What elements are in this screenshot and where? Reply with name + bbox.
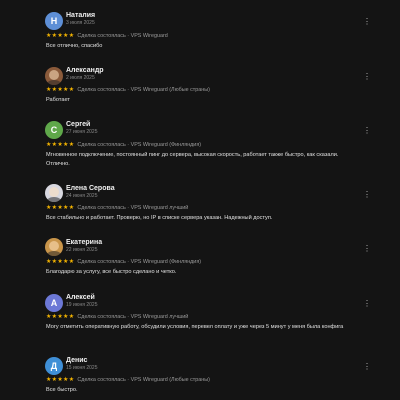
review-text: Могу отметить оперативную работу, обсуди… [46,324,344,330]
review-date: 19 июня 2025 [66,302,98,308]
review-meta: ★★★★★ Сделка состоялась · VPS Wireguard … [46,86,210,94]
author-name[interactable]: Александр [66,66,104,75]
review-text: Благодарю за услугу, все быстро сделано … [46,269,177,275]
avatar[interactable] [45,238,63,256]
more-options-icon[interactable]: ⋮ [362,244,372,254]
review-text: Все быстро. [46,387,78,393]
review-meta: ★★★★★ Сделка состоялась · VPS Wireguard … [46,204,188,212]
avatar[interactable]: С [45,121,63,139]
deal-info: Сделка состоялась · VPS Wireguard (Финля… [77,142,202,148]
avatar[interactable] [45,67,63,85]
review-meta: ★★★★★ Сделка состоялась · VPS Wireguard … [46,376,210,384]
review-date: 22 июня 2025 [66,247,98,253]
deal-info: Сделка состоялась · VPS Wireguard лучший [77,205,189,211]
more-options-icon[interactable]: ⋮ [362,126,372,136]
review-date: 3 июля 2025 [66,20,95,26]
review-meta: ★★★★★ Сделка состоялась · VPS Wireguard … [46,313,188,321]
avatar[interactable]: А [45,294,63,312]
author-name[interactable]: Елена Серова [66,184,115,193]
deal-info: Сделка состоялась · VPS Wireguard [77,33,168,39]
review-meta: ★★★★★ Сделка состоялась · VPS Wireguard … [46,141,201,149]
author-name[interactable]: Наталия [66,11,95,20]
rating-stars: ★★★★★ [46,377,75,383]
review-text: Все стабильно и работает. Проверю, но IP… [46,215,273,221]
review-header: Екатерина 22 июня 2025 [66,238,102,254]
deal-info: Сделка состоялась · VPS Wireguard (Финля… [77,259,202,265]
review-header: Александр 2 июля 2025 [66,66,104,82]
review-header: Денис 15 июня 2025 [66,356,97,372]
deal-info: Сделка состоялась · VPS Wireguard (Любые… [77,377,210,383]
review-header: Сергей 27 июня 2025 [66,120,97,136]
rating-stars: ★★★★★ [46,87,75,93]
more-options-icon[interactable]: ⋮ [362,72,372,82]
reviews-feed: Н Наталия 3 июля 2025 ⋮ ★★★★★ Сделка сос… [0,0,400,400]
more-options-icon[interactable]: ⋮ [362,362,372,372]
more-options-icon[interactable]: ⋮ [362,17,372,27]
review-header: Алексей 19 июня 2025 [66,293,97,309]
avatar[interactable] [45,184,63,202]
review-text: Все отлично, спасибо [46,43,103,49]
review-meta: ★★★★★ Сделка состоялась · VPS Wireguard … [46,258,201,266]
rating-stars: ★★★★★ [46,259,75,265]
rating-stars: ★★★★★ [46,314,75,320]
author-name[interactable]: Екатерина [66,238,102,247]
author-name[interactable]: Сергей [66,120,97,129]
deal-info: Сделка состоялась · VPS Wireguard (Любые… [77,87,210,93]
review-date: 15 июня 2025 [66,365,98,371]
more-options-icon[interactable]: ⋮ [362,190,372,200]
author-name[interactable]: Денис [66,356,97,365]
rating-stars: ★★★★★ [46,205,75,211]
avatar[interactable]: Н [45,12,63,30]
review-date: 2 июля 2025 [66,75,95,81]
review-date: 24 июня 2025 [66,193,98,199]
review-meta: ★★★★★ Сделка состоялась · VPS Wireguard [46,32,168,40]
rating-stars: ★★★★★ [46,33,75,39]
review-header: Елена Серова 24 июня 2025 [66,184,115,200]
author-name[interactable]: Алексей [66,293,97,302]
avatar[interactable]: Д [45,357,63,375]
rating-stars: ★★★★★ [46,142,75,148]
review-date: 27 июня 2025 [66,129,98,135]
review-text: Работает [46,97,70,103]
deal-info: Сделка состоялась · VPS Wireguard лучший [77,314,189,320]
review-text: Мгновенное подключение, постоянный пинг … [46,152,339,167]
review-header: Наталия 3 июля 2025 [66,11,95,27]
more-options-icon[interactable]: ⋮ [362,299,372,309]
